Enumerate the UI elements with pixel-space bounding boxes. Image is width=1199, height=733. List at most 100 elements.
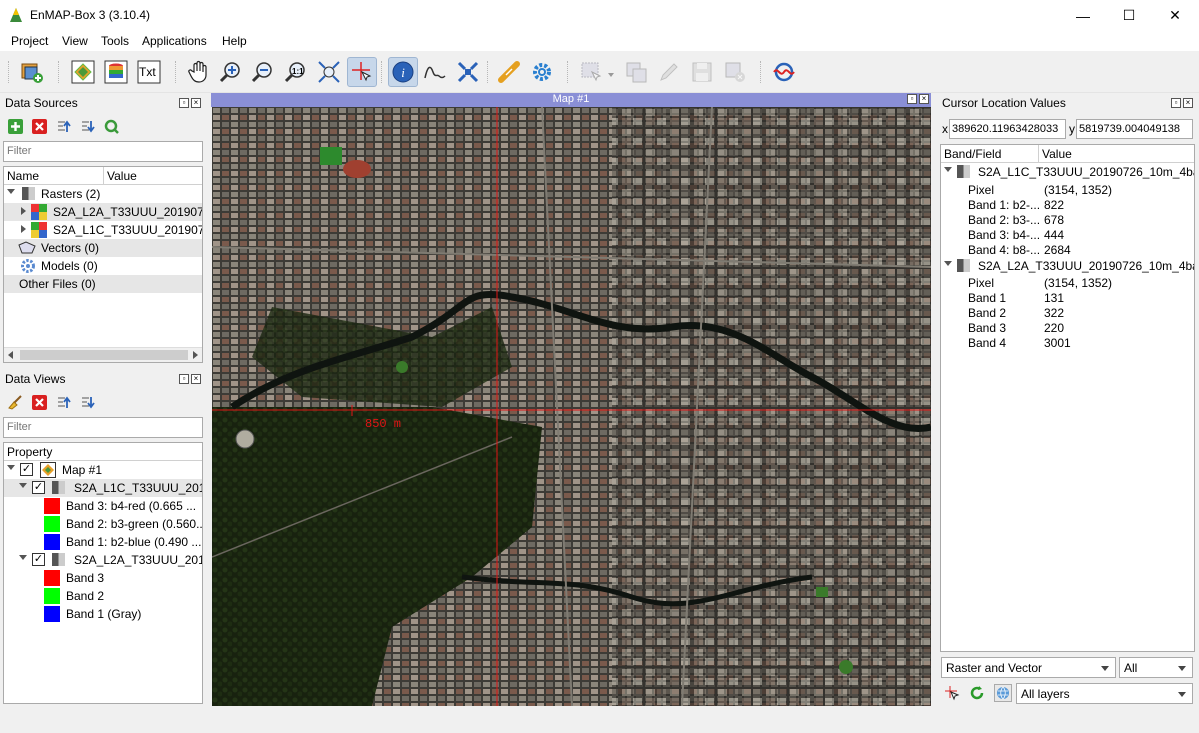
menu-help[interactable]: Help [222, 34, 247, 48]
col-band-header[interactable]: Band/Field [941, 145, 1039, 163]
close-dock-icon[interactable]: × [919, 94, 929, 104]
tree-item-band-1[interactable]: Band 1 (Gray) [4, 605, 202, 623]
color-swatch [44, 570, 60, 586]
close-dock-icon[interactable]: × [191, 98, 201, 108]
undock-icon[interactable]: ▫ [1171, 98, 1181, 108]
refresh-sources-button[interactable] [102, 117, 120, 135]
undock-icon[interactable]: ▫ [907, 94, 917, 104]
maximize-button[interactable]: ☐ [1106, 0, 1152, 31]
close-dock-icon[interactable]: × [191, 374, 201, 384]
create-text-view-button[interactable]: Txt [134, 57, 164, 87]
undock-icon[interactable]: ▫ [179, 374, 189, 384]
zoom-out-button[interactable] [248, 57, 278, 87]
tree-item-map[interactable]: ✓ Map #1 [4, 461, 202, 479]
data-sources-title: Data Sources [5, 96, 78, 110]
scale-bar-label: 850 m [365, 417, 402, 431]
data-views-filter[interactable]: Filter [3, 417, 203, 438]
processing-button[interactable] [769, 57, 799, 87]
cursor-group-l1c[interactable]: S2A_L1C_T33UUU_20190726_10m_4ban... [941, 163, 1194, 181]
col-value-header[interactable]: Value [1039, 145, 1194, 163]
move-to-center-button[interactable] [453, 57, 483, 87]
select-cursor-location-button[interactable] [943, 684, 961, 702]
add-data-source-button[interactable] [17, 57, 47, 87]
link-views-button[interactable] [494, 57, 524, 87]
tree-item-layer-l2a[interactable]: ✓ S2A_L2A_T33UUU_201... [4, 551, 202, 569]
undock-icon[interactable]: ▫ [179, 98, 189, 108]
cursor-values-tree: Band/Field Value S2A_L1C_T33UUU_20190726… [940, 144, 1195, 652]
map-checkbox[interactable]: ✓ [20, 463, 33, 476]
tree-item-band-blue[interactable]: Band 1: b2-blue (0.490 ... [4, 533, 202, 551]
col-name-header[interactable]: Name [4, 167, 104, 185]
remove-source-button[interactable] [30, 117, 48, 135]
tree-item-band-green[interactable]: Band 2: b3-green (0.560... [4, 515, 202, 533]
select-features-dropdown-icon[interactable] [608, 73, 614, 77]
edit-button[interactable] [654, 57, 684, 87]
scrollbar-thumb[interactable] [20, 350, 188, 360]
clean-views-button[interactable] [6, 393, 24, 411]
col-property-header[interactable]: Property [4, 443, 202, 461]
map-canvas[interactable]: 850 m [212, 107, 931, 706]
layers-select[interactable]: All layers [1016, 683, 1193, 704]
col-value-header[interactable]: Value [104, 167, 202, 185]
select-features-icon [581, 62, 602, 82]
refresh-button[interactable] [968, 684, 986, 702]
select-location-button[interactable] [347, 57, 377, 87]
layer-checkbox[interactable]: ✓ [32, 553, 45, 566]
add-feature-icon [626, 62, 647, 83]
spectral-profile-button[interactable] [420, 57, 450, 87]
create-spectral-library-button[interactable] [101, 57, 131, 87]
close-dock-icon[interactable]: × [1183, 98, 1193, 108]
scroll-right-icon[interactable] [193, 351, 198, 359]
data-sources-filter[interactable]: Filter [3, 141, 203, 162]
tree-item-band-red[interactable]: Band 3: b4-red (0.665 ... [4, 497, 202, 515]
expand-all-button[interactable] [78, 117, 96, 135]
select-features-button[interactable] [576, 57, 606, 87]
close-button[interactable]: ✕ [1152, 0, 1198, 31]
save-edits-button[interactable] [687, 57, 717, 87]
horizontal-scrollbar[interactable] [4, 347, 202, 362]
source-mode-select[interactable]: Raster and Vector [941, 657, 1116, 678]
tree-item-band-3[interactable]: Band 3 [4, 569, 202, 587]
scroll-left-icon[interactable] [8, 351, 13, 359]
identify-button[interactable]: i [388, 57, 418, 87]
tree-item-raster-l2a[interactable]: S2A_L2A_T33UUU_201907... [4, 203, 202, 221]
tree-item-models[interactable]: Models (0) [4, 257, 202, 275]
collapse-all-button[interactable] [54, 117, 72, 135]
tree-item-rasters[interactable]: Rasters (2) [4, 185, 202, 203]
zoom-actual-size-button[interactable]: 1:1 [281, 57, 311, 87]
menu-project[interactable]: Project [11, 34, 48, 48]
layer-checkbox[interactable]: ✓ [32, 481, 45, 494]
expand-views-button[interactable] [78, 393, 96, 411]
add-source-button[interactable] [6, 117, 24, 135]
add-feature-button[interactable] [621, 57, 651, 87]
pan-button[interactable] [184, 57, 214, 87]
tree-item-vectors[interactable]: Vectors (0) [4, 239, 202, 257]
tree-item-layer-l1c[interactable]: ✓ S2A_L1C_T33UUU_201... [4, 479, 202, 497]
filter-select[interactable]: All [1119, 657, 1193, 678]
minimize-button[interactable]: — [1060, 0, 1106, 31]
cursor-group-l2a[interactable]: S2A_L2A_T33UUU_20190726_10m_4ban... [941, 257, 1194, 275]
remove-view-button[interactable] [30, 393, 48, 411]
settings-button[interactable] [527, 57, 557, 87]
x-coordinate-field[interactable]: 389620.11963428033 [949, 119, 1066, 139]
y-coordinate-field[interactable]: 5819739.004049138 [1076, 119, 1193, 139]
collapse-views-button[interactable] [54, 393, 72, 411]
menu-view[interactable]: View [62, 34, 88, 48]
data-views-dock-buttons: ▫ × [179, 374, 201, 384]
menu-tools[interactable]: Tools [101, 34, 129, 48]
layer-mode-button[interactable] [994, 684, 1012, 702]
tree-item-raster-l1c[interactable]: S2A_L1C_T33UUU_201907... [4, 221, 202, 239]
tree-item-band-2[interactable]: Band 2 [4, 587, 202, 605]
menu-applications[interactable]: Applications [142, 34, 207, 48]
delete-button[interactable] [720, 57, 750, 87]
status-bar [0, 706, 1199, 733]
tree-item-other-files[interactable]: Other Files (0) [4, 275, 202, 293]
close-icon: ✕ [1169, 7, 1181, 23]
zoom-full-extent-button[interactable] [314, 57, 344, 87]
zoom-in-button[interactable] [216, 57, 246, 87]
refresh-icon [970, 686, 984, 700]
create-map-view-button[interactable] [68, 57, 98, 87]
zoom-out-icon [251, 62, 272, 83]
chevron-down-icon [1101, 666, 1109, 671]
x-label: x [942, 122, 948, 136]
